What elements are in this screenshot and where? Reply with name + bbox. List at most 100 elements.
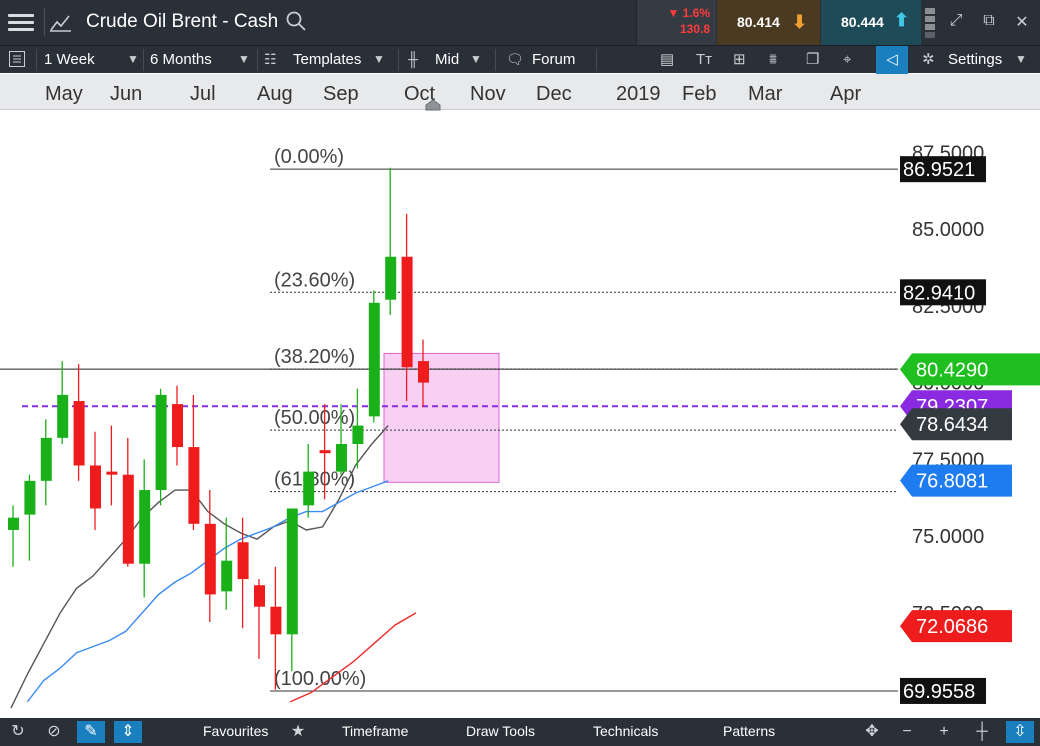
y-tick-label: 85.0000 [912, 219, 984, 241]
instrument-title: Crude Oil Brent - Cash [86, 11, 279, 32]
templates-button[interactable]: ☷ Templates ▼ [264, 46, 390, 74]
timeframe-button[interactable]: Timeframe [342, 718, 408, 746]
interval-label: 1 Week [44, 51, 95, 68]
star-icon[interactable]: ★ [284, 721, 312, 743]
range-label: 6 Months [150, 51, 212, 68]
price-label-toggle-icon[interactable]: ◁ [876, 46, 908, 74]
month-label: Nov [470, 83, 506, 105]
close-icon[interactable]: ✕ [1012, 12, 1032, 32]
text-tool-icon[interactable]: Tт [696, 46, 716, 74]
fib-level-label: (50.00%) [274, 407, 355, 429]
candle-body [8, 517, 19, 530]
fib-level-label: (61.80%) [274, 469, 355, 491]
sell-price-button[interactable]: 80.414 ⬇ [717, 0, 820, 45]
candle-body [90, 465, 101, 509]
price-type-select[interactable]: ╫ Mid ▼ [406, 46, 492, 74]
interval-select[interactable]: 1 Week ▼ [44, 46, 140, 74]
month-label: May [45, 83, 83, 105]
candle-body [57, 394, 69, 438]
chevron-down-icon: ▼ [373, 52, 385, 66]
panel-toggle-icon[interactable] [8, 50, 28, 70]
crosshair-grid-icon[interactable]: ⊞ [733, 46, 753, 74]
pencil-icon[interactable]: ✎ [77, 721, 105, 743]
candle-body [385, 256, 397, 300]
pan-icon[interactable]: ✥ [858, 721, 886, 743]
range-select[interactable]: 6 Months ▼ [150, 46, 254, 74]
title-bar: Crude Oil Brent - Cash ▼ 1.6% 130.8 80.4… [0, 0, 1040, 45]
zoom-out-icon[interactable]: − [893, 721, 921, 743]
layers-icon[interactable]: ❐ [806, 46, 826, 74]
fib-level-label: (0.00%) [274, 146, 344, 168]
expand-icon[interactable]: ⤢ [946, 12, 966, 32]
settings-button[interactable]: ✲ Settings ▼ [920, 46, 1032, 74]
buy-price: 80.444 [841, 14, 884, 30]
chevron-down-icon: ▼ [238, 52, 250, 66]
candle-body [237, 542, 249, 580]
month-label: Aug [257, 83, 293, 105]
zoom-in-icon[interactable]: + [930, 721, 958, 743]
patterns-button[interactable]: Patterns [723, 718, 775, 746]
favourites-button[interactable]: Favourites [203, 718, 268, 746]
hamburger-menu-icon[interactable] [8, 10, 34, 34]
candle-body [368, 302, 380, 417]
toolbar-divider [596, 49, 597, 71]
clear-icon[interactable]: ⊘ [40, 721, 68, 743]
y-tick-label: 75.0000 [912, 526, 984, 548]
chart-toolbar: 1 Week ▼ 6 Months ▼ ☷ Templates ▼ ╫ Mid … [0, 45, 1040, 74]
order-panel-icon[interactable]: ▤ [660, 46, 680, 74]
chevron-down-icon: ▼ [1015, 52, 1027, 66]
candle-body [155, 394, 167, 491]
price-tag-text: 80.4290 [916, 359, 988, 381]
candle-body [40, 437, 52, 481]
crosshair-icon[interactable]: ┼ [968, 721, 996, 743]
chevron-down-icon: ▼ [127, 52, 139, 66]
price-change-panel: ▼ 1.6% 130.8 [636, 0, 716, 45]
fib-price-tag-text: 82.9410 [903, 282, 975, 304]
fib-price-tag-text: 86.9521 [903, 159, 975, 181]
candle-body [352, 425, 364, 444]
templates-icon: ☷ [264, 51, 277, 67]
candle-body [188, 447, 200, 524]
draw-tools-button[interactable]: Draw Tools [466, 718, 535, 746]
month-label: Jul [190, 83, 216, 105]
templates-label: Templates [293, 51, 362, 68]
toolbar-divider [257, 49, 258, 71]
refresh-icon[interactable]: ↻ [4, 721, 32, 743]
candle-body [73, 401, 85, 466]
compare-icon[interactable]: ⩩ [769, 46, 789, 74]
candle-body [139, 490, 151, 564]
month-label: 2019 [616, 83, 661, 105]
price-type-label: Mid [435, 51, 460, 68]
buy-price-button[interactable]: 80.444 ⬆ [821, 0, 921, 45]
sort-icon[interactable]: ⇕ [114, 721, 142, 743]
candle-body [24, 480, 36, 515]
fib-level-label: (38.20%) [274, 346, 355, 368]
month-label: Sep [323, 83, 359, 105]
candle-body [418, 361, 429, 383]
forum-button[interactable]: 🗨 Forum [504, 46, 588, 74]
time-axis: May Jun Jul Aug Sep Oct Nov Dec 2019 Feb… [0, 74, 1040, 111]
candle-body [303, 471, 315, 506]
popout-icon[interactable]: ⧉ [979, 12, 999, 32]
up-arrow-icon: ⬆ [894, 10, 910, 30]
price-tag-text: 76.8081 [916, 471, 988, 493]
toolbar-divider [398, 49, 399, 71]
sell-price: 80.414 [737, 14, 780, 30]
bottom-toolbar: ↻ ⊘ ✎ ⇕ Favourites ★ Timeframe Draw Tool… [0, 718, 1040, 746]
chevron-down-icon: ▼ [470, 52, 482, 66]
candle-body [254, 585, 265, 607]
price-chart[interactable]: 87.500085.000082.500080.000077.500075.00… [0, 110, 1040, 718]
candle-body [401, 256, 413, 368]
month-label: Mar [748, 83, 783, 105]
fib-price-tag-text: 69.9558 [903, 681, 975, 703]
time-cursor-handle[interactable] [424, 98, 442, 111]
toolbar-divider [143, 49, 144, 71]
chart-type-icon[interactable] [44, 8, 74, 36]
change-points: 130.8 [679, 22, 710, 36]
candle-body [106, 471, 118, 475]
search-icon[interactable] [285, 10, 307, 32]
toolbar-divider [495, 49, 496, 71]
fit-vertical-icon[interactable]: ⇳ [1006, 721, 1034, 743]
technicals-button[interactable]: Technicals [593, 718, 658, 746]
snap-icon[interactable]: ⌖ [843, 46, 863, 74]
